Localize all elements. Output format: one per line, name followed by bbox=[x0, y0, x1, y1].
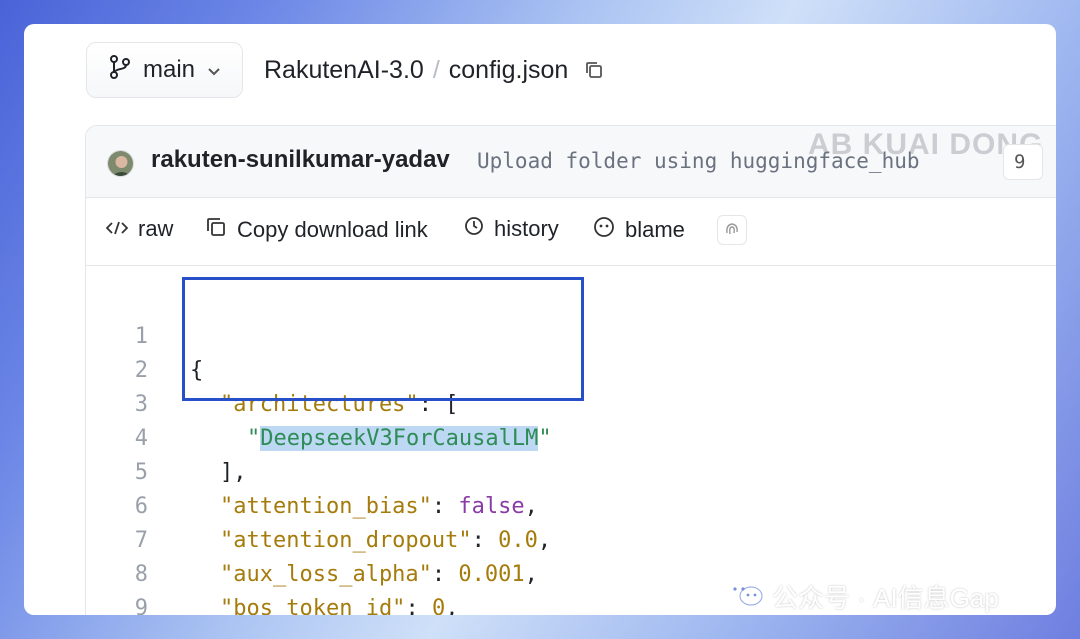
code-line: 6 "attention_dropout": 0.0, bbox=[86, 456, 1056, 553]
footer-watermark-text: 公众号 · AI信息Gap bbox=[772, 583, 999, 613]
code-icon bbox=[105, 216, 129, 242]
blame-label: blame bbox=[625, 217, 685, 242]
branch-name: main bbox=[143, 56, 196, 83]
line-number[interactable]: 9 bbox=[86, 592, 148, 615]
blame-link[interactable]: blame bbox=[593, 216, 685, 244]
breadcrumb-separator: / bbox=[432, 55, 440, 84]
json-punct: : bbox=[405, 596, 432, 615]
copy-icon bbox=[205, 216, 227, 244]
branch-selector-button[interactable]: main bbox=[86, 42, 243, 98]
commit-author[interactable]: rakuten-sunilkumar-yadav bbox=[151, 146, 450, 174]
history-link[interactable]: history bbox=[464, 216, 559, 242]
copy-icon[interactable] bbox=[584, 60, 604, 80]
avatar[interactable] bbox=[107, 150, 134, 177]
breadcrumb-repo[interactable]: RakutenAI-3.0 bbox=[264, 56, 424, 85]
copy-download-label: Copy download link bbox=[237, 217, 428, 242]
history-label: history bbox=[494, 216, 559, 241]
chevron-down-icon bbox=[207, 56, 221, 84]
face-icon bbox=[593, 216, 615, 244]
copy-download-link[interactable]: Copy download link bbox=[205, 216, 428, 244]
json-number: 0 bbox=[431, 596, 446, 615]
raw-link[interactable]: raw bbox=[105, 216, 174, 242]
fingerprint-icon bbox=[723, 219, 741, 242]
code-line: 5 "attention_bias": false, bbox=[86, 422, 1056, 519]
code-line: 7 "aux_loss_alpha": 0.001, bbox=[86, 490, 1056, 587]
file-toolbar: raw Copy download link history blame bbox=[86, 198, 1056, 266]
breadcrumb: RakutenAI-3.0 / config.json bbox=[264, 50, 604, 90]
fingerprint-button[interactable] bbox=[717, 215, 747, 245]
json-punct: , bbox=[445, 596, 459, 615]
json-key: "bos_token_id" bbox=[220, 596, 406, 615]
code-line: 8 "bos_token_id": 0, bbox=[86, 524, 1056, 615]
footer-watermark: 公众号 · AI信息Gap bbox=[724, 578, 999, 615]
commit-hash[interactable]: 9 bbox=[1003, 144, 1043, 180]
annotation-highlight-box bbox=[182, 277, 584, 401]
commit-bar: rakuten-sunilkumar-yadav Upload folder u… bbox=[86, 126, 1056, 198]
git-branch-icon bbox=[109, 54, 131, 86]
clock-icon bbox=[464, 216, 484, 242]
wechat-icon bbox=[724, 578, 764, 615]
breadcrumb-file: config.json bbox=[448, 55, 569, 84]
raw-label: raw bbox=[138, 216, 174, 241]
